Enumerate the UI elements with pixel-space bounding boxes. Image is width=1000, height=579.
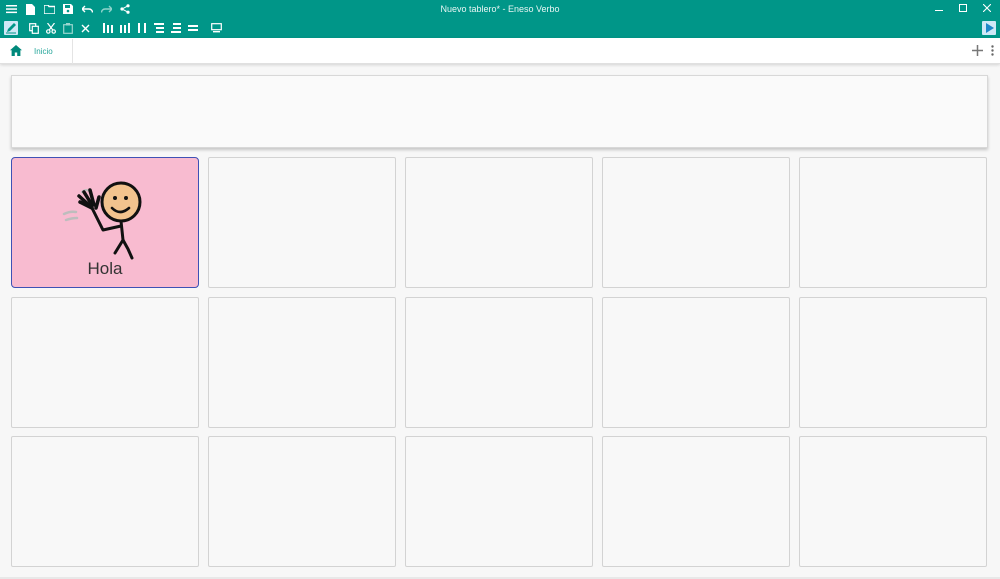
cell-label: Hola (87, 259, 123, 278)
more-options-icon[interactable] (991, 43, 994, 61)
maximize-icon[interactable] (956, 0, 970, 15)
remove-column-icon[interactable] (135, 21, 149, 35)
minimize-icon[interactable] (932, 0, 946, 15)
board-cell-empty[interactable] (208, 436, 396, 567)
insert-column-left-icon[interactable] (101, 21, 115, 35)
close-icon[interactable] (980, 0, 994, 15)
board-grid: Hola (11, 157, 988, 567)
tab-inicio[interactable]: Inicio (2, 39, 73, 64)
insert-row-above-icon[interactable] (152, 21, 166, 35)
waving-person-icon (62, 181, 142, 260)
board-cell-empty[interactable] (208, 297, 396, 428)
board-cell-empty[interactable] (11, 297, 199, 428)
board-cell-empty[interactable] (799, 157, 987, 288)
tab-bar: Inicio (0, 38, 1000, 64)
message-bar-toggle-icon[interactable] (209, 21, 223, 35)
insert-row-below-icon[interactable] (169, 21, 183, 35)
board-cell-empty[interactable] (602, 157, 790, 288)
message-bar[interactable] (11, 75, 988, 148)
cut-icon[interactable] (44, 21, 58, 35)
board-cell-empty[interactable] (405, 297, 593, 428)
title-bar: Nuevo tablero* - Eneso Verbo (0, 0, 1000, 19)
play-mode-icon[interactable] (982, 21, 996, 35)
add-tab-icon[interactable] (972, 43, 983, 61)
board-cell-hola[interactable]: Hola (11, 157, 199, 288)
board-cell-empty[interactable] (799, 436, 987, 567)
window-controls (932, 0, 994, 15)
paste-icon[interactable] (61, 21, 75, 35)
delete-icon[interactable] (78, 21, 92, 35)
board-cell-empty[interactable] (208, 157, 396, 288)
copy-icon[interactable] (27, 21, 41, 35)
board-cell-empty[interactable] (799, 297, 987, 428)
tab-label: Inicio (34, 47, 53, 56)
home-icon (10, 43, 22, 61)
remove-row-icon[interactable] (186, 21, 200, 35)
window-title: Nuevo tablero* - Eneso Verbo (440, 4, 560, 14)
board-cell-empty[interactable] (602, 436, 790, 567)
board-cell-empty[interactable] (602, 297, 790, 428)
board-cell-empty[interactable] (405, 157, 593, 288)
board-cell-empty[interactable] (11, 436, 199, 567)
insert-column-right-icon[interactable] (118, 21, 132, 35)
edit-toolbar (0, 19, 1000, 38)
edit-mode-icon[interactable] (4, 21, 18, 35)
board-cell-empty[interactable] (405, 436, 593, 567)
